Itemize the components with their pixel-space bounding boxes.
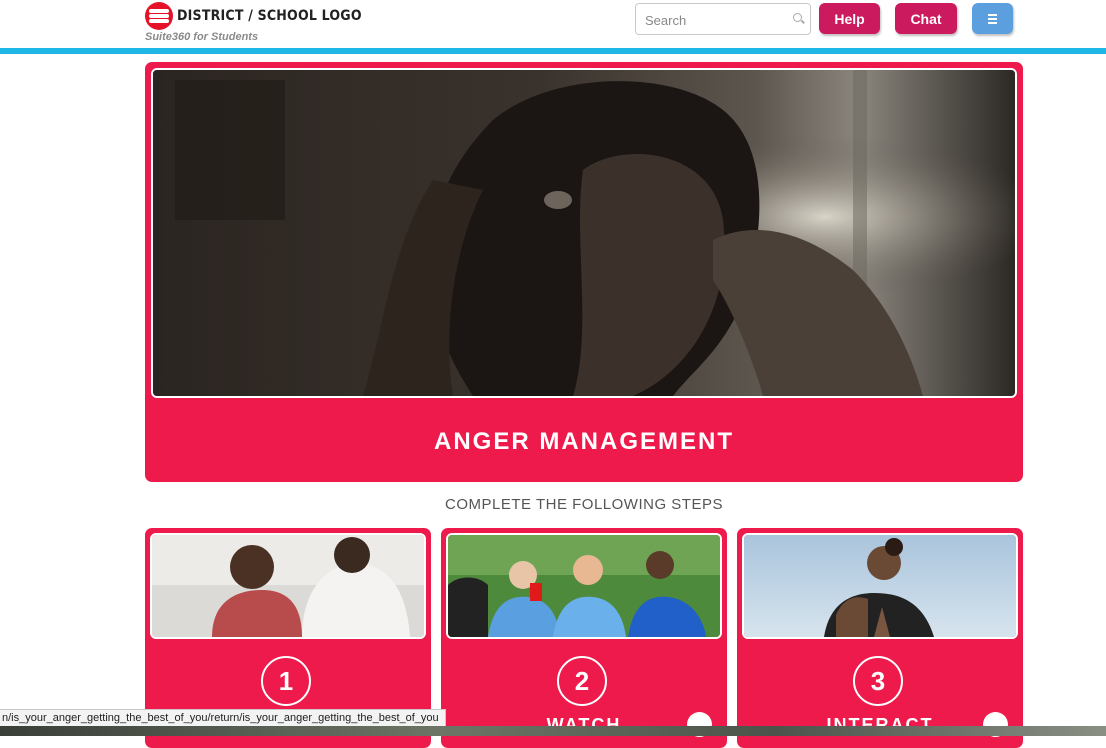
menu-button[interactable] bbox=[972, 3, 1013, 34]
top-header: DISTRICT / SCHOOL LOGO Suite360 for Stud… bbox=[0, 0, 1106, 48]
logo-text: DISTRICT / SCHOOL LOGO bbox=[177, 8, 362, 24]
lesson-title: ANGER MANAGEMENT bbox=[434, 428, 734, 455]
lesson-hero: ANGER MANAGEMENT bbox=[145, 62, 1023, 482]
step-card-3[interactable]: 3 INTERACT bbox=[737, 528, 1023, 748]
step-2-image bbox=[446, 533, 722, 639]
district-logo[interactable]: DISTRICT / SCHOOL LOGO bbox=[145, 2, 362, 30]
hero-image bbox=[151, 68, 1017, 398]
chat-button[interactable]: Chat bbox=[895, 3, 957, 34]
step-3-number: 3 bbox=[853, 656, 903, 706]
steps-heading: COMPLETE THE FOLLOWING STEPS bbox=[445, 496, 723, 513]
search-input[interactable] bbox=[643, 5, 787, 35]
step-card-2[interactable]: 2 WATCH bbox=[441, 528, 727, 748]
step-1-image bbox=[150, 533, 426, 639]
step-3-image bbox=[742, 533, 1018, 639]
hamburger-menu-icon bbox=[988, 12, 997, 26]
search-box[interactable] bbox=[635, 3, 811, 35]
desktop-background-strip bbox=[0, 726, 1106, 736]
step-1-number: 1 bbox=[261, 656, 311, 706]
header-accent-bar bbox=[0, 48, 1106, 54]
app-tagline: Suite360 for Students bbox=[145, 31, 259, 43]
search-icon[interactable] bbox=[793, 13, 802, 22]
help-button[interactable]: Help bbox=[819, 3, 880, 34]
step-2-number: 2 bbox=[557, 656, 607, 706]
logo-mark-icon bbox=[145, 2, 173, 30]
